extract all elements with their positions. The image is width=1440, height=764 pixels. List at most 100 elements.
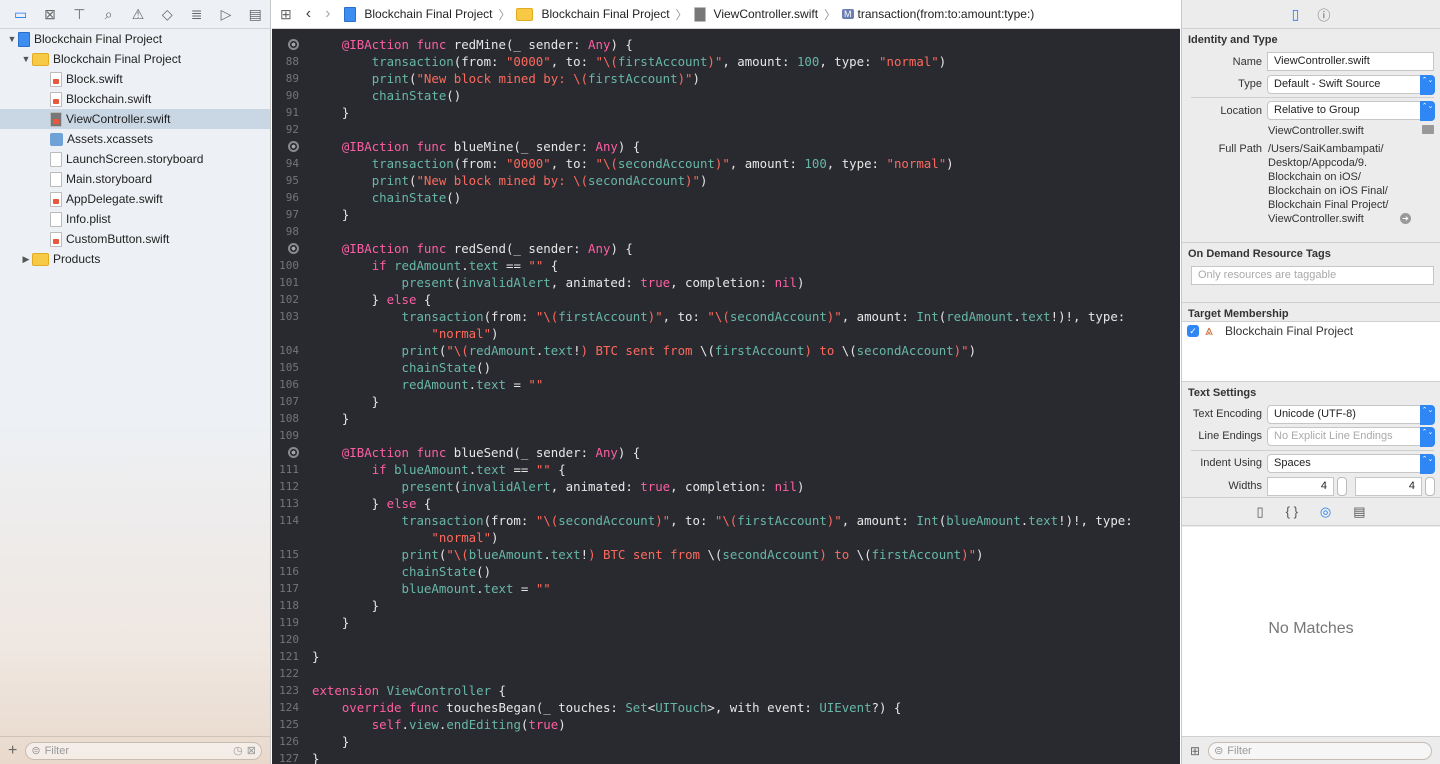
code-text: present(invalidAlert, animated: true, co… [401,479,805,494]
type-select[interactable]: Default - Swift Source [1267,75,1435,95]
navigator-filter[interactable]: ⊜ Filter ◷ ⊠ [25,741,262,760]
search-icon[interactable]: ⌕ [94,4,123,24]
file-tree-item[interactable]: Main.storyboard [0,169,270,189]
connection-outlet-icon[interactable] [272,36,299,53]
back-button[interactable]: ‹ [306,5,311,23]
add-icon[interactable]: + [8,742,17,760]
code-token: Any [588,37,611,52]
code-text: chainState() [371,190,462,205]
code-text: } [312,411,350,426]
file-tree-item[interactable]: Assets.xcassets [0,129,270,149]
encoding-select[interactable]: Unicode (UTF-8) [1267,405,1435,425]
reveal-folder-icon[interactable] [1422,125,1434,134]
code-token: @IBAction [341,139,409,154]
warning-icon[interactable]: ⚠ [123,4,152,24]
folder-icon[interactable]: ▭ [6,4,35,24]
library-filter[interactable]: ⊜ Filter [1208,741,1432,760]
tags-field[interactable]: Only resources are taggable [1191,266,1434,285]
code-token: func [409,700,439,715]
breadcrumb-group[interactable]: Blockchain Final Project [516,7,670,21]
code-token: func [416,139,447,154]
target-checkbox[interactable]: ✓ [1187,325,1199,337]
code-text: @IBAction func redSend(_ sender: Any) { [341,241,633,256]
line-number: 102 [279,293,299,306]
indent-width-field[interactable]: 4 [1355,477,1422,496]
file-tree-item[interactable]: LaunchScreen.storyboard [0,149,270,169]
code-text: extension ViewController { [312,683,506,698]
help-icon[interactable]: ⓘ [1317,5,1330,24]
tab-width-stepper[interactable] [1337,477,1347,496]
asset-catalog-icon [50,132,63,146]
code-token: endEditing [446,717,521,732]
code-line-wrap: "normal") [431,530,499,545]
connection-outlet-icon[interactable] [272,138,299,155]
code-token: present [401,275,454,290]
hierarchy-icon[interactable]: ⊤ [65,4,94,24]
code-token: )" [685,173,700,188]
code-token: "\( [535,309,559,324]
disclosure-triangle-icon[interactable]: ▼ [20,54,32,64]
tab-width-field[interactable]: 4 [1267,477,1334,496]
connection-outlet-icon[interactable] [272,444,299,461]
code-token: "" [528,377,544,392]
path-segment: /Users/SaiKambampati/ [1268,143,1384,155]
code-token: @IBAction [341,445,409,460]
code-line: 127} [272,750,1180,764]
line-endings-select[interactable]: No Explicit Line Endings [1267,427,1435,447]
file-tree-item[interactable]: ▼ Blockchain Final Project [0,29,270,49]
reveal-arrow-icon[interactable]: ➔ [1400,213,1411,224]
file-name: AppDelegate.swift [66,192,163,206]
code-token: transaction [371,54,454,69]
location-select[interactable]: Relative to Group [1267,101,1435,121]
breadcrumb-project[interactable]: Blockchain Final Project [344,6,492,22]
file-tree-item[interactable]: ViewController.swift [0,109,270,129]
indent-select[interactable]: Spaces [1267,454,1435,474]
line-number: 97 [285,208,299,221]
code-text: override func touchesBegan(_ touches: Se… [341,700,902,715]
related-items-icon[interactable]: ⊞ [280,6,292,23]
code-token: "\( [707,309,730,324]
file-tree-item[interactable]: Block.swift [0,69,270,89]
grid-view-icon[interactable]: ⊞ [1190,744,1200,758]
object-library-icon[interactable]: ◎ [1320,504,1331,520]
disclosure-triangle-icon[interactable]: ▼ [6,34,18,44]
code-token: "\( [446,547,469,562]
source-control-icon[interactable]: ⊠ [35,4,64,24]
line-number: 122 [279,667,299,680]
code-text: if redAmount.text == "" { [371,258,559,273]
code-editor[interactable]: @IBAction func redMine(_ sender: Any) {8… [272,29,1180,764]
breakpoint-icon[interactable]: ▷ [211,4,240,24]
report-icon[interactable]: ▤ [241,4,270,24]
forward-button[interactable]: › [325,5,330,23]
code-snippet-icon[interactable]: { } [1286,504,1298,519]
code-token: redAmount [468,343,536,358]
file-tree-item[interactable]: Info.plist [0,209,270,229]
debug-icon[interactable]: ≣ [182,4,211,24]
code-line: 88 transaction(from: "0000", to: "\(firs… [272,53,1180,70]
indent-width-stepper[interactable] [1425,477,1435,496]
connection-outlet-icon[interactable] [272,240,299,257]
file-tree-item[interactable]: Blockchain.swift [0,89,270,109]
code-token: firstAccount [588,71,678,86]
file-tree-item[interactable]: ▶ Products [0,249,270,269]
test-icon[interactable]: ◇ [153,4,182,24]
swift-file-icon [693,6,706,22]
scm-filter-icon[interactable]: ⊠ [247,744,256,757]
breadcrumb-symbol[interactable]: Mtransaction(from:to:amount:type:) [842,7,1034,21]
file-tree-item[interactable]: ▼ Blockchain Final Project [0,49,270,69]
code-token: )" [677,71,693,86]
disclosure-triangle-icon[interactable]: ▶ [20,254,32,265]
file-tree-item[interactable]: AppDelegate.swift [0,189,270,209]
line-number: 107 [279,395,299,408]
name-field[interactable]: ViewController.swift [1267,52,1434,71]
recent-icon[interactable]: ◷ [233,744,243,757]
code-token: firstAccount [714,343,805,358]
breadcrumb-file[interactable]: ViewController.swift [693,6,818,22]
code-token: redAmount [401,377,469,392]
media-library-icon[interactable]: ▤ [1353,504,1365,520]
line-number: 111 [279,463,299,476]
file-inspector-icon[interactable]: ▯ [1292,6,1300,23]
file-template-icon[interactable]: ▯ [1256,504,1263,520]
file-tree-item[interactable]: CustomButton.swift [0,229,270,249]
line-number: 91 [285,106,299,119]
